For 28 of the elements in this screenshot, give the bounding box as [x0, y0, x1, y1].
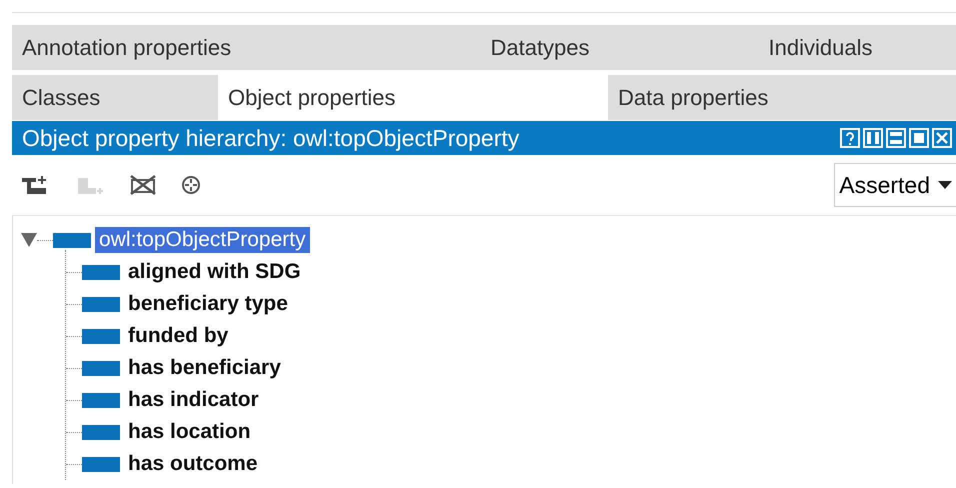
property-icon: [82, 264, 120, 280]
tree-item[interactable]: has location: [124, 419, 255, 445]
tree-item[interactable]: aligned with SDG: [124, 259, 305, 285]
help-icon[interactable]: [840, 128, 860, 148]
close-icon[interactable]: [932, 128, 952, 148]
property-icon: [82, 424, 120, 440]
tab[interactable]: Object properties: [218, 75, 608, 120]
target-icon[interactable]: [180, 174, 202, 196]
tree-item[interactable]: funded by: [124, 323, 232, 349]
tree-item[interactable]: has beneficiary: [124, 355, 285, 381]
maximize-icon[interactable]: [909, 128, 929, 148]
expanded-triangle-icon[interactable]: [21, 233, 37, 247]
property-icon: [82, 456, 120, 472]
delete-property-icon[interactable]: [128, 174, 158, 196]
mode-dropdown[interactable]: Asserted: [834, 163, 956, 207]
property-icon: [82, 328, 120, 344]
tree-item[interactable]: has outcome: [124, 451, 262, 477]
caret-icon: [938, 181, 952, 189]
tree-item[interactable]: beneficiary type: [124, 291, 292, 317]
view-title: Object property hierarchy: owl:topObjectProperty: [22, 124, 520, 152]
property-icon: [82, 392, 120, 408]
property-icon: [82, 296, 120, 312]
property-icon: [82, 360, 120, 376]
tree-item[interactable]: has indicator: [124, 387, 263, 413]
split-vertical-icon[interactable]: [863, 128, 883, 148]
tree-item[interactable]: owl:topObjectProperty: [95, 227, 310, 253]
property-icon: [53, 232, 91, 248]
split-horizontal-icon[interactable]: [886, 128, 906, 148]
